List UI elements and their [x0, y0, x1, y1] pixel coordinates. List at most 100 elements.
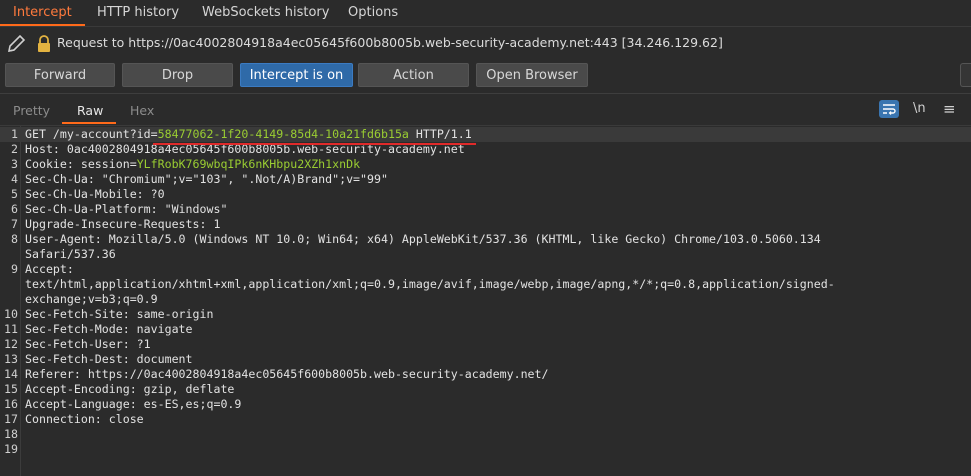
line-text: Sec-Fetch-User: ?1 — [25, 337, 151, 352]
intercept-toggle-button[interactable]: Intercept is on — [240, 63, 353, 87]
line-number: 5 — [11, 187, 18, 201]
line-number: 7 — [11, 217, 18, 231]
line-text: User-Agent: Mozilla/5.0 (Windows NT 10.0… — [25, 232, 821, 247]
request-line: 10 Sec-Fetch-Site: same-origin — [0, 307, 971, 322]
line-number: 6 — [11, 202, 18, 216]
line-number: 18 — [4, 427, 18, 441]
line-segment: Accept-Encoding: gzip, deflate — [25, 382, 235, 396]
line-segment: Sec-Ch-Ua: "Chromium";v="103", ".Not/A)B… — [25, 172, 388, 186]
line-number: 14 — [4, 367, 18, 381]
line-text: Connection: close — [25, 412, 144, 427]
line-text: Safari/537.36 — [25, 247, 116, 262]
line-text: text/html,application/xhtml+xml,applicat… — [25, 277, 835, 292]
request-line: exchange;v=b3;q=0.9 — [0, 292, 971, 307]
request-line: 18 — [0, 427, 971, 442]
line-text: Sec-Ch-Ua-Platform: "Windows" — [25, 202, 227, 217]
line-text: Accept: — [25, 262, 74, 277]
line-segment: GET /my-account?id= — [25, 127, 158, 141]
newline-toggle-icon[interactable]: \n — [913, 101, 926, 116]
request-line: 16 Accept-Language: es-ES,es;q=0.9 — [0, 397, 971, 412]
request-editor[interactable]: 1 GET /my-account?id=58477062-1f20-4149-8… — [0, 125, 971, 476]
line-text: GET /my-account?id=58477062-1f20-4149-85… — [25, 127, 472, 142]
request-target: Request to https://0ac4002804918a4ec0564… — [57, 35, 723, 50]
request-line: 17 Connection: close — [0, 412, 971, 427]
line-number: 15 — [4, 382, 18, 396]
tab-hex[interactable]: Hex — [130, 103, 154, 118]
line-segment: Sec-Ch-Ua-Mobile: ?0 — [25, 187, 165, 201]
request-line: 7 Upgrade-Insecure-Requests: 1 — [0, 217, 971, 232]
request-line: 4 Sec-Ch-Ua: "Chromium";v="103", ".Not/A)… — [0, 172, 971, 187]
tab-intercept[interactable]: Intercept — [0, 0, 85, 26]
line-number: 17 — [4, 412, 18, 426]
request-line: 14 Referer: https://0ac4002804918a4ec0564… — [0, 367, 971, 382]
line-text: Upgrade-Insecure-Requests: 1 — [25, 217, 220, 232]
action-button[interactable]: Action — [358, 63, 469, 87]
request-line: text/html,application/xhtml+xml,applicat… — [0, 277, 971, 292]
line-text: Sec-Ch-Ua-Mobile: ?0 — [25, 187, 165, 202]
tab-pretty[interactable]: Pretty — [13, 103, 50, 118]
tab-http-history[interactable]: HTTP history — [84, 0, 192, 26]
line-number: 4 — [11, 172, 18, 186]
line-number: 11 — [4, 322, 18, 336]
line-segment: Sec-Ch-Ua-Platform: "Windows" — [25, 202, 228, 216]
lock-icon — [38, 35, 50, 52]
tab-options[interactable]: Options — [335, 0, 411, 26]
line-number: 8 — [11, 232, 18, 246]
word-wrap-icon[interactable] — [879, 100, 899, 118]
param-value: YLfRobK769wbqIPk6nKHbpu2XZh1xnDk — [136, 157, 361, 171]
tab-websockets-history[interactable]: WebSockets history — [189, 0, 342, 26]
line-number: 19 — [4, 442, 18, 456]
line-segment: Connection: close — [25, 412, 144, 426]
line-text: Sec-Fetch-Site: same-origin — [25, 307, 213, 322]
line-segment: HTTP/1.1 — [408, 127, 472, 141]
line-segment: Sec-Fetch-Mode: navigate — [25, 322, 193, 336]
line-number: 3 — [11, 157, 18, 171]
line-segment: Cookie: session= — [25, 157, 137, 171]
line-segment: Accept-Language: es-ES,es;q=0.9 — [25, 397, 242, 411]
drop-button[interactable]: Drop — [122, 63, 233, 87]
request-info-bar: Request to https://0ac4002804918a4ec0564… — [0, 27, 971, 60]
line-number: 12 — [4, 337, 18, 351]
line-text: Sec-Fetch-Dest: document — [25, 352, 193, 367]
search-icon[interactable] — [960, 63, 971, 87]
request-line: 5 Sec-Ch-Ua-Mobile: ?0 — [0, 187, 971, 202]
request-line: 8 User-Agent: Mozilla/5.0 (Windows NT 10.… — [0, 232, 971, 247]
request-line: 2 Host: 0ac4002804918a4ec05645f600b8005b.… — [0, 142, 971, 157]
request-line: 13 Sec-Fetch-Dest: document — [0, 352, 971, 367]
forward-button[interactable]: Forward — [5, 63, 115, 87]
request-line: 15 Accept-Encoding: gzip, deflate — [0, 382, 971, 397]
line-number: 16 — [4, 397, 18, 411]
line-segment: Accept: — [25, 262, 74, 276]
menu-icon[interactable]: ≡ — [943, 100, 956, 118]
line-segment: Sec-Fetch-Dest: document — [25, 352, 193, 366]
line-segment: Referer: https://0ac4002804918a4ec05645f… — [25, 367, 549, 381]
request-line: 1 GET /my-account?id=58477062-1f20-4149-8… — [0, 127, 971, 142]
tab-raw[interactable]: Raw — [77, 103, 103, 118]
line-segment: User-Agent: Mozilla/5.0 (Windows NT 10.0… — [25, 232, 821, 246]
line-number: 1 — [11, 127, 18, 141]
line-text: Sec-Fetch-Mode: navigate — [25, 322, 193, 337]
request-line: 9 Accept: — [0, 262, 971, 277]
line-number: 10 — [4, 307, 18, 321]
request-line: 12 Sec-Fetch-User: ?1 — [0, 337, 971, 352]
line-text: Accept-Language: es-ES,es;q=0.9 — [25, 397, 241, 412]
line-number: 13 — [4, 352, 18, 366]
line-segment: Sec-Fetch-User: ?1 — [25, 337, 151, 351]
line-text: exchange;v=b3;q=0.9 — [25, 292, 158, 307]
pencil-icon[interactable] — [6, 34, 28, 54]
intercept-toolbar: Forward Drop Intercept is on Action Open… — [0, 61, 971, 94]
line-segment: exchange;v=b3;q=0.9 — [25, 292, 158, 306]
line-segment: Safari/537.36 — [25, 247, 116, 261]
line-segment: Sec-Fetch-Site: same-origin — [25, 307, 214, 321]
request-line: 3 Cookie: session=YLfRobK769wbqIPk6nKHbpu… — [0, 157, 971, 172]
open-browser-button[interactable]: Open Browser — [476, 63, 588, 87]
request-line: Safari/537.36 — [0, 247, 971, 262]
line-segment: text/html,application/xhtml+xml,applicat… — [25, 277, 835, 291]
request-line: 19 — [0, 442, 971, 457]
id-parameter-underline — [153, 143, 476, 145]
active-tab-indicator — [62, 122, 116, 124]
top-tab-bar: Intercept HTTP history WebSockets histor… — [0, 0, 971, 27]
view-tab-bar: Pretty Raw Hex — [0, 94, 971, 124]
line-text: Accept-Encoding: gzip, deflate — [25, 382, 234, 397]
line-text: Cookie: session=YLfRobK769wbqIPk6nKHbpu2… — [25, 157, 360, 172]
